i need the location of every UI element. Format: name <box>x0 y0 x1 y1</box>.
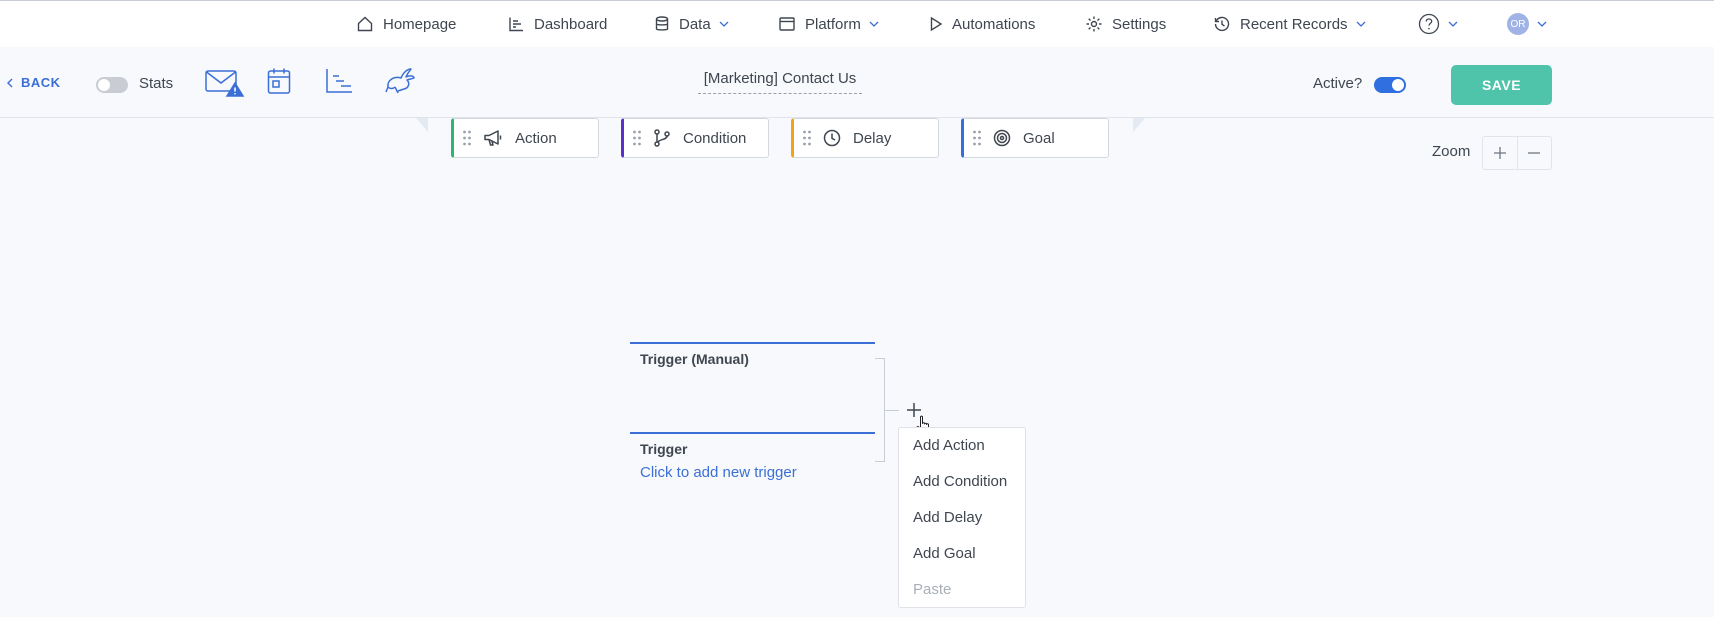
active-label: Active? <box>1313 75 1363 92</box>
trigger-title: Trigger <box>640 441 688 457</box>
calendar-icon[interactable] <box>267 67 291 95</box>
history-icon <box>1213 15 1231 33</box>
stats-label: Stats <box>139 75 174 92</box>
chevron-down-icon <box>1448 21 1458 27</box>
plus-icon <box>1493 146 1507 160</box>
chevron-left-icon <box>7 78 21 88</box>
palette-goal[interactable]: Goal <box>961 118 1109 158</box>
nav-platform[interactable]: Platform <box>778 12 879 36</box>
trigger-manual-node[interactable] <box>630 342 875 344</box>
palette-condition[interactable]: Condition <box>621 118 769 158</box>
help-icon <box>1418 13 1440 35</box>
palette-right-edge <box>1133 118 1145 132</box>
nav-data[interactable]: Data <box>654 12 729 36</box>
drag-handle-icon <box>803 130 811 146</box>
menu-add-delay[interactable]: Add Delay <box>913 509 982 526</box>
palette-delay-label: Delay <box>853 129 892 147</box>
palette-goal-label: Goal <box>1023 129 1055 147</box>
avatar: OR <box>1507 13 1529 35</box>
back-button[interactable]: BACK <box>7 75 61 90</box>
save-button[interactable]: SAVE <box>1451 65 1552 105</box>
nav-platform-label: Platform <box>805 15 861 33</box>
chevron-down-icon <box>719 21 729 27</box>
zoom-label: Zoom <box>1432 143 1471 160</box>
target-icon <box>993 129 1011 147</box>
connector-stub <box>885 410 899 411</box>
help-menu[interactable] <box>1418 12 1458 36</box>
top-nav: Homepage Dashboard Data Platform Automat… <box>0 0 1714 47</box>
menu-add-condition[interactable]: Add Condition <box>913 473 1007 490</box>
drag-handle-icon <box>973 130 981 146</box>
chart-icon <box>507 15 525 33</box>
nav-automations-label: Automations <box>952 15 1036 33</box>
chevron-down-icon <box>1356 21 1366 27</box>
email-warning-icon[interactable] <box>205 68 245 98</box>
timeline-chart-icon[interactable] <box>325 68 353 94</box>
workflow-toolbar: BACK Stats [Marketing] Contact Us Active… <box>0 47 1714 118</box>
nav-settings[interactable]: Settings <box>1085 12 1166 36</box>
active-toggle[interactable] <box>1374 77 1406 93</box>
branch-icon <box>653 129 671 147</box>
nav-recent-records-label: Recent Records <box>1240 15 1348 33</box>
menu-add-goal[interactable]: Add Goal <box>913 545 976 562</box>
stats-toggle[interactable] <box>96 77 128 93</box>
trigger-manual-title: Trigger (Manual) <box>640 351 749 367</box>
minus-icon <box>1527 146 1541 160</box>
plus-icon <box>905 401 923 419</box>
megaphone-icon <box>483 129 503 147</box>
add-trigger-link[interactable]: Click to add new trigger <box>640 464 797 481</box>
nav-data-label: Data <box>679 15 711 33</box>
back-label: BACK <box>21 75 61 90</box>
clock-icon <box>823 129 841 147</box>
chevron-down-icon <box>869 21 879 27</box>
user-menu[interactable]: OR <box>1507 12 1547 36</box>
trigger-connector <box>875 358 885 462</box>
trigger-node[interactable] <box>630 432 875 434</box>
add-step-menu: Add Action Add Condition Add Delay Add G… <box>898 427 1026 608</box>
window-icon <box>778 15 796 33</box>
gear-icon <box>1085 15 1103 33</box>
palette-action-label: Action <box>515 129 557 147</box>
nav-automations[interactable]: Automations <box>929 12 1035 36</box>
nav-recent-records[interactable]: Recent Records <box>1213 12 1366 36</box>
palette-left-edge <box>416 118 428 132</box>
menu-paste: Paste <box>913 581 952 598</box>
drag-handle-icon <box>633 130 641 146</box>
zoom-out-button[interactable] <box>1516 137 1551 169</box>
chevron-down-icon <box>1537 21 1547 27</box>
add-step-button[interactable] <box>905 401 923 419</box>
nav-dashboard[interactable]: Dashboard <box>507 12 607 36</box>
palette-condition-label: Condition <box>683 129 747 147</box>
home-icon <box>356 15 374 33</box>
zoom-controls <box>1482 136 1552 170</box>
zoom-in-button[interactable] <box>1483 137 1517 169</box>
palette-delay[interactable]: Delay <box>791 118 939 158</box>
palette-action[interactable]: Action <box>451 118 599 158</box>
nav-dashboard-label: Dashboard <box>534 15 608 33</box>
nav-homepage-label: Homepage <box>383 15 457 33</box>
drag-handle-icon <box>463 130 471 146</box>
play-icon <box>929 16 943 32</box>
nav-homepage[interactable]: Homepage <box>356 12 456 36</box>
nav-settings-label: Settings <box>1112 15 1167 33</box>
database-icon <box>654 15 670 33</box>
menu-add-action[interactable]: Add Action <box>913 437 985 454</box>
workflow-title[interactable]: [Marketing] Contact Us <box>698 70 862 94</box>
rabbit-icon[interactable] <box>384 67 416 95</box>
